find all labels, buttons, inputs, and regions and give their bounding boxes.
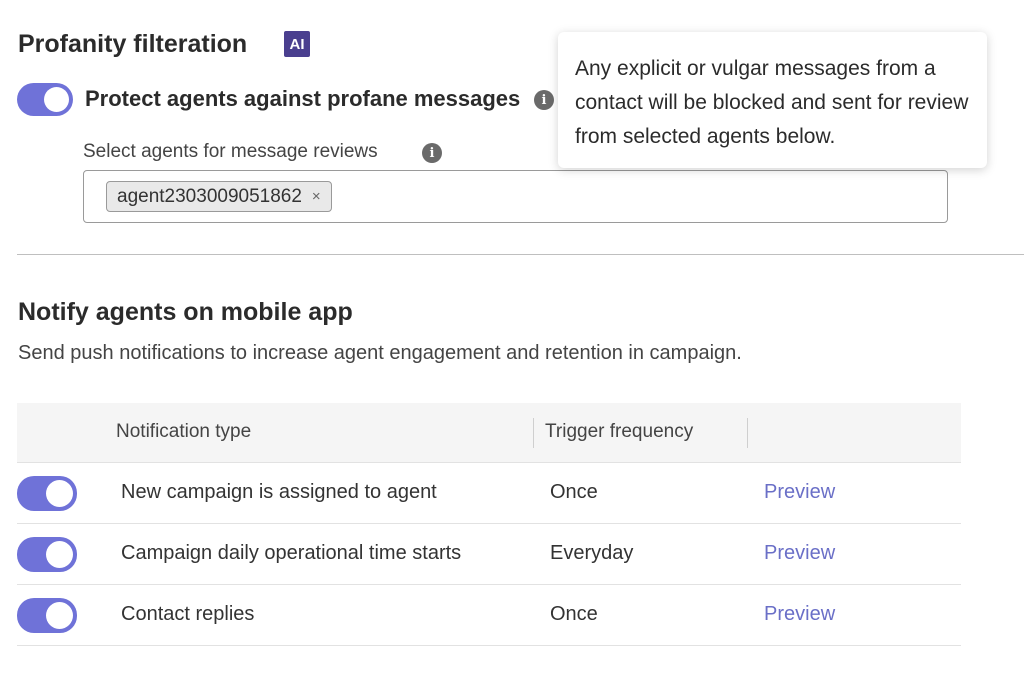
column-header-trigger-frequency: Trigger frequency [545, 421, 694, 442]
trigger-frequency: Once [550, 481, 598, 503]
toggle-knob [46, 602, 73, 629]
section-divider [17, 254, 1024, 255]
column-separator [747, 418, 748, 448]
profanity-tooltip: Any explicit or vulgar messages from a c… [558, 32, 987, 168]
agent-select-input[interactable]: agent2303009051862 × [83, 170, 948, 223]
profanity-section-title: Profanity filteration [18, 30, 248, 58]
close-icon[interactable]: × [312, 188, 321, 205]
notification-type: Contact replies [121, 603, 255, 625]
column-separator [533, 418, 534, 448]
agent-chip: agent2303009051862 × [106, 181, 332, 212]
preview-link[interactable]: Preview [764, 481, 835, 504]
table-header: Notification type Trigger frequency [17, 403, 961, 463]
notification-toggle[interactable] [17, 537, 77, 572]
table-row: Campaign daily operational time starts E… [17, 524, 961, 585]
notification-toggle[interactable] [17, 598, 77, 633]
protect-agents-label: Protect agents against profane messages [85, 86, 521, 111]
ai-badge: AI [284, 31, 310, 57]
protect-info-icon[interactable]: i [534, 90, 554, 110]
agent-chip-label: agent2303009051862 [117, 185, 302, 207]
toggle-knob [46, 480, 73, 507]
select-agents-info-icon[interactable]: i [422, 143, 442, 163]
notification-toggle[interactable] [17, 476, 77, 511]
trigger-frequency: Everyday [550, 542, 634, 564]
notification-type: New campaign is assigned to agent [121, 481, 437, 503]
trigger-frequency: Once [550, 603, 598, 625]
preview-link[interactable]: Preview [764, 603, 835, 626]
table-row: Contact replies Once Preview [17, 585, 961, 646]
toggle-knob [46, 541, 73, 568]
table-row: New campaign is assigned to agent Once P… [17, 463, 961, 524]
notification-table: Notification type Trigger frequency New … [17, 403, 961, 646]
notify-section-title: Notify agents on mobile app [18, 298, 353, 326]
column-header-notification-type: Notification type [116, 421, 252, 442]
notification-type: Campaign daily operational time starts [121, 542, 462, 564]
preview-link[interactable]: Preview [764, 542, 835, 565]
notify-description: Send push notifications to increase agen… [18, 342, 742, 364]
toggle-knob [44, 87, 69, 112]
select-agents-label: Select agents for message reviews [83, 141, 378, 162]
protect-agents-toggle[interactable] [17, 83, 73, 116]
